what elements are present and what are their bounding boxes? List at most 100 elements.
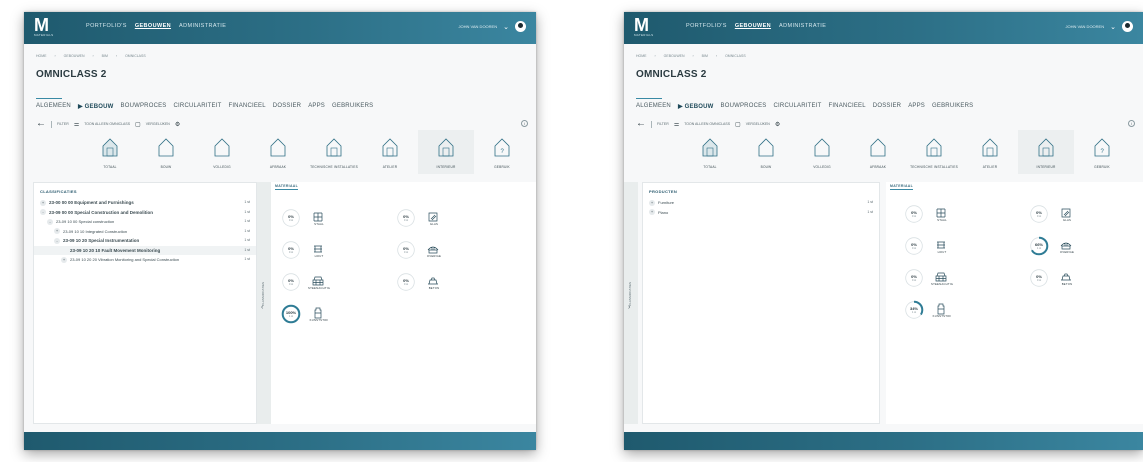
breadcrumb-item[interactable]: BIM [702, 54, 708, 58]
breadcrumb-item[interactable]: HOME [636, 54, 647, 58]
breadcrumb-item[interactable]: GEBOUWEN [664, 54, 685, 58]
tab-item[interactable]: GEBRUIKERS [932, 103, 973, 110]
collapse-icon[interactable]: - [54, 237, 60, 244]
breadcrumb-item[interactable]: OMNICLASS [125, 54, 146, 58]
phase-item[interactable]: TECHNISCHE INSTALLATIES [306, 130, 362, 174]
chevron-down-icon[interactable]: ⌄ [1110, 23, 1116, 31]
expand-icon[interactable]: + [40, 199, 46, 206]
phase-item[interactable]: ATELIER [362, 130, 418, 174]
chevron-left-icon[interactable]: ‹ [261, 304, 263, 311]
nav-item-gebouwen[interactable]: GEBOUWEN [135, 23, 171, 29]
tab-item[interactable]: ▶ GEBOUW [78, 103, 114, 110]
filter-button[interactable]: FILTER [657, 122, 669, 126]
chevron-right-icon[interactable]: › [628, 304, 630, 311]
tab-item[interactable]: DOSSIER [873, 103, 901, 110]
tab-item[interactable]: DOSSIER [273, 103, 301, 110]
tab-item[interactable]: CIRCULARITEIT [774, 103, 822, 110]
phase-item[interactable]: BOUW [738, 130, 794, 174]
compare-icon[interactable]: ⚙ [175, 121, 180, 128]
phase-item[interactable]: INTERIEUR [418, 130, 474, 174]
tab-item[interactable]: BOUWPROCES [121, 103, 167, 110]
tab-item[interactable]: FINANCIEEL [228, 103, 265, 110]
compare-icon[interactable]: ⚙ [775, 121, 780, 128]
phase-item[interactable]: ATELIER [962, 130, 1018, 174]
tree-row[interactable]: + Piano 1 st [643, 208, 879, 218]
user-menu[interactable]: JOHN VAN DOOREN ⌄ [459, 21, 526, 32]
omniclass-only-toggle[interactable]: TOON ALLEEN OMNICLASS [84, 122, 130, 126]
nav-item-portfolios[interactable]: PORTFOLIO'S [86, 23, 127, 29]
material-item[interactable]: 0% 0 st HOUT [904, 236, 974, 260]
nav-item-gebouwen[interactable]: GEBOUWEN [735, 23, 771, 29]
tree-row[interactable]: + Furniture 1 st [643, 198, 879, 208]
checkbox-icon[interactable]: ▢ [735, 121, 741, 128]
nav-item-administratie[interactable]: ADMINISTRATIE [179, 23, 226, 29]
info-icon[interactable]: i [521, 120, 528, 127]
tab-item[interactable]: ▶ GEBOUW [678, 103, 714, 110]
phase-item[interactable]: TOTAAL [682, 130, 738, 174]
collapse-icon[interactable]: - [40, 209, 46, 215]
avatar[interactable] [1122, 21, 1133, 32]
omniclass-only-toggle[interactable]: TOON ALLEEN OMNICLASS [684, 122, 730, 126]
tab-material[interactable]: MATERIAAL [275, 184, 299, 190]
phase-item[interactable]: INTERIEUR [1018, 130, 1074, 174]
collapse-icon[interactable]: - [47, 218, 53, 225]
material-item[interactable]: 0% 0 st STAAL [904, 204, 974, 228]
compare-button[interactable]: VERGELIJKEN [146, 122, 170, 126]
tab-item[interactable]: ALGEMEEN [636, 103, 671, 110]
material-item[interactable]: 0% 0 st STEENACHTIG [281, 272, 351, 296]
tree-row[interactable]: -23-09 00 00 Special Construction and De… [34, 208, 256, 218]
expand-icon[interactable]: + [54, 228, 60, 234]
material-item[interactable]: 100% 1 st KUNSTSTOF [281, 304, 351, 328]
tab-item[interactable]: CIRCULARITEIT [174, 103, 222, 110]
phase-item[interactable]: VOLLEDIG [194, 130, 250, 174]
breadcrumb-item[interactable]: HOME [36, 54, 47, 58]
tab-item[interactable]: BOUWPROCES [721, 103, 767, 110]
chevron-down-icon[interactable]: ⌄ [503, 23, 509, 31]
tree-row[interactable]: 23-09 10 20 10 Fault Movement Monitoring… [34, 245, 256, 255]
breadcrumb-item[interactable]: BIM [102, 54, 108, 58]
material-item[interactable]: 0% 0 st BETON [1029, 268, 1099, 292]
material-item[interactable]: 0% 0 st GLAS [396, 208, 466, 232]
avatar[interactable] [515, 21, 526, 32]
phase-item[interactable]: VOLLEDIG [794, 130, 850, 174]
material-item[interactable]: 0% 0 st STEENACHTIG [904, 268, 974, 292]
compare-button[interactable]: VERGELIJKEN [746, 122, 770, 126]
material-item[interactable]: 0% 0 st OVERIGE [396, 240, 466, 264]
material-item[interactable]: 0% 0 st HOUT [281, 240, 351, 264]
expand-icon[interactable]: + [649, 209, 655, 215]
app-logo[interactable]: M MATERIALS [634, 16, 653, 39]
tree-row[interactable]: -23-09 10 20 Special Instrumentation 1 st [34, 236, 256, 246]
phase-item[interactable]: TOTAAL [82, 130, 138, 174]
breadcrumb-item[interactable]: OMNICLASS [725, 54, 746, 58]
tree-row[interactable]: +23-00 00 00 Equipment and Furnishings 1 … [34, 198, 256, 208]
tree-row[interactable]: +23-09 10 10 Integrated Construction 1 st [34, 227, 256, 237]
tree-row[interactable]: -23-09 10 00 Special construction 1 st [34, 217, 256, 227]
phase-item[interactable]: ? GEBRUIK [1074, 130, 1130, 174]
panel-collapse-strip[interactable]: CLASSIFICATIES › [624, 182, 638, 424]
breadcrumb-item[interactable]: GEBOUWEN [64, 54, 85, 58]
checkbox-icon[interactable]: ▢ [135, 121, 141, 128]
panel-collapse-strip[interactable]: CLASSIFICATIES ‹ [257, 182, 271, 424]
phase-item[interactable]: BOUW [138, 130, 194, 174]
filter-button[interactable]: FILTER [57, 122, 69, 126]
material-item[interactable]: 0% 0 st GLAS [1029, 204, 1099, 228]
tree-row[interactable]: +23-09 10 20 20 Vibration Monitoring and… [34, 255, 256, 265]
phase-item[interactable]: AFBRAAK [250, 130, 306, 174]
expand-icon[interactable]: + [649, 199, 655, 206]
phase-item[interactable]: ? GEBRUIK [474, 130, 530, 174]
tab-item[interactable]: APPS [908, 103, 925, 110]
phase-item[interactable]: TECHNISCHE INSTALLATIES [906, 130, 962, 174]
app-logo[interactable]: M MATERIALS [34, 16, 53, 39]
back-arrow-icon[interactable]: ← [636, 119, 646, 129]
info-icon[interactable]: i [1128, 120, 1135, 127]
tab-item[interactable]: APPS [308, 103, 325, 110]
nav-item-portfolios[interactable]: PORTFOLIO'S [686, 23, 727, 29]
material-item[interactable]: 66% 1 st OVERIGE [1029, 236, 1099, 260]
nav-item-administratie[interactable]: ADMINISTRATIE [779, 23, 826, 29]
sliders-icon[interactable]: ⚌ [674, 121, 679, 128]
phase-item[interactable]: AFBRAAK [850, 130, 906, 174]
expand-icon[interactable]: + [61, 256, 67, 263]
tab-item[interactable]: FINANCIEEL [828, 103, 865, 110]
material-item[interactable]: 0% 0 st BETON [396, 272, 466, 296]
back-arrow-icon[interactable]: ← [36, 119, 46, 129]
